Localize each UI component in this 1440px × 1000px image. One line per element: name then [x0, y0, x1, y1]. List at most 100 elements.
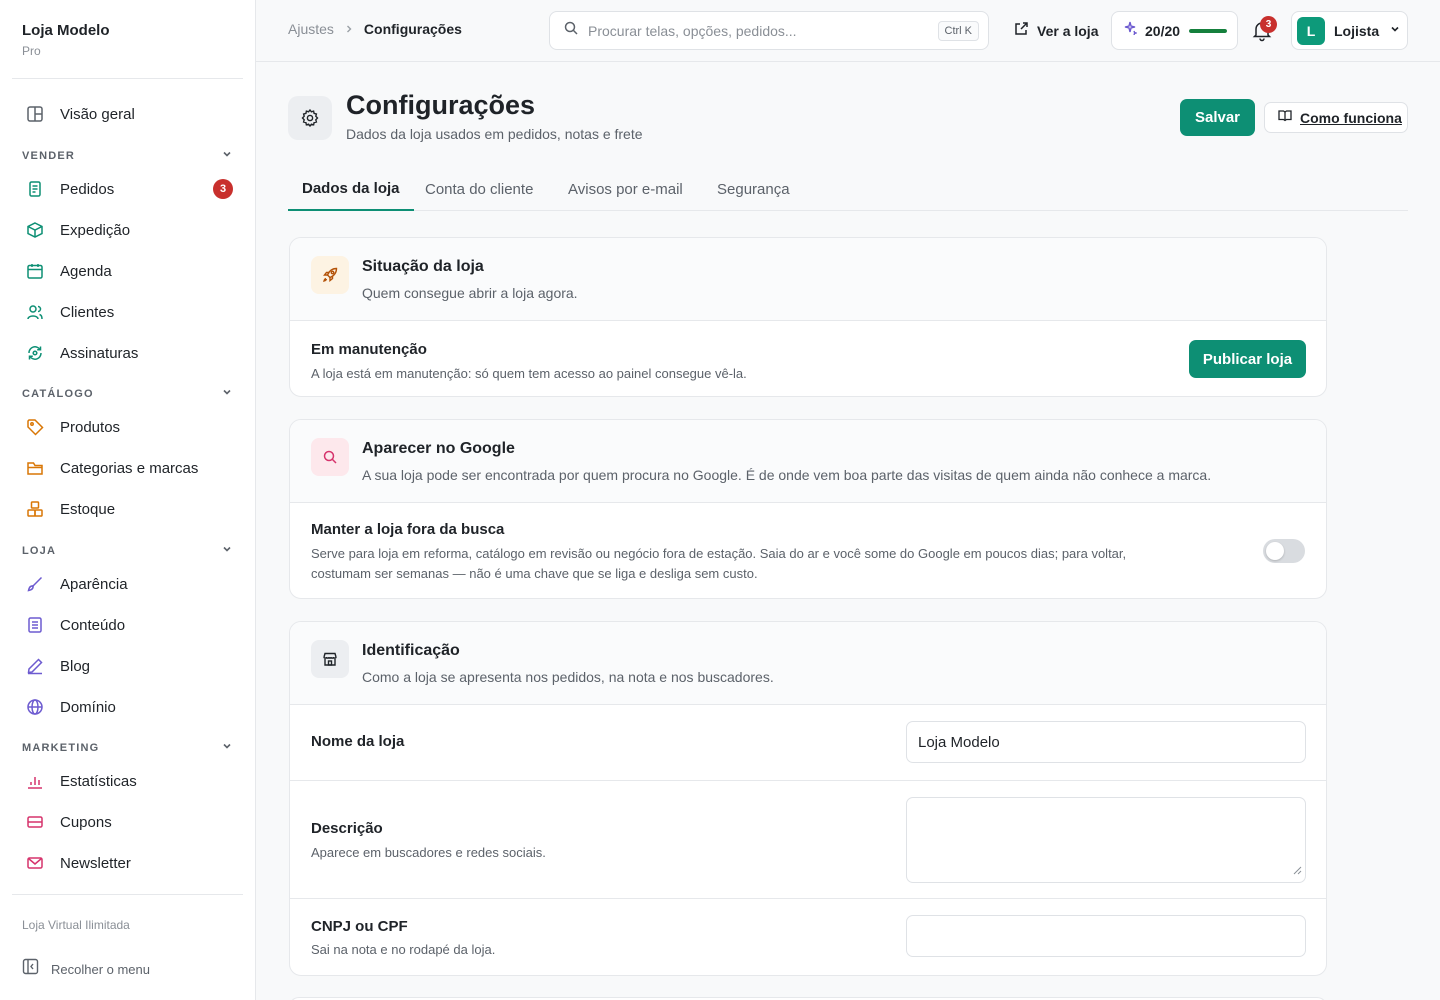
usage-quota[interactable]: 20/20: [1111, 11, 1238, 50]
field-label: CNPJ ou CPF: [311, 918, 408, 935]
sidebar-item-label: Assinaturas: [60, 344, 139, 362]
row-description: A loja está em manutenção: só quem tem a…: [311, 366, 747, 381]
sidebar-item-label: Visão geral: [60, 105, 135, 123]
view-store-link[interactable]: Ver a loja: [1014, 11, 1098, 50]
sidebar-item-label: Categorias e marcas: [60, 459, 199, 477]
sidebar-item-conteudo[interactable]: Conteúdo: [12, 607, 243, 643]
boxes-icon: [26, 500, 44, 518]
globe-icon: [26, 698, 44, 716]
notification-badge: 3: [1260, 16, 1277, 33]
description-row: Descrição Aparece em buscadores e redes …: [290, 781, 1326, 899]
toggle-knob: [1266, 542, 1284, 560]
tab-seguranca[interactable]: Segurança: [703, 168, 804, 211]
sidebar-item-blog[interactable]: Blog: [12, 648, 243, 684]
row-title: Manter a loja fora da busca: [311, 521, 505, 538]
section-title: MARKETING: [22, 742, 100, 754]
sidebar-footer-plan: Loja Virtual Ilimitada: [22, 918, 130, 932]
google-visibility-card: Aparecer no Google A sua loja pode ser e…: [289, 419, 1327, 599]
field-label: Descrição: [311, 820, 383, 837]
sidebar-item-cupons[interactable]: Cupons: [12, 804, 243, 840]
sidebar-item-dominio[interactable]: Domínio: [12, 689, 243, 725]
cnpj-cpf-input[interactable]: [906, 915, 1306, 957]
sidebar-item-pedidos[interactable]: Pedidos 3: [12, 171, 243, 207]
tab-conta-do-cliente[interactable]: Conta do cliente: [411, 168, 547, 211]
how-it-works-label: Como funciona: [1300, 109, 1402, 126]
card-subtitle: A sua loja pode ser encontrada por quem …: [362, 467, 1212, 483]
card-title: Identificação: [362, 642, 460, 659]
brush-icon: [26, 575, 44, 593]
section-title: CATÁLOGO: [22, 388, 94, 400]
sidebar-item-overview[interactable]: Visão geral: [12, 96, 243, 132]
sidebar-divider: [12, 78, 243, 79]
rocket-icon: [311, 256, 349, 294]
chevron-right-icon: [344, 21, 354, 37]
sidebar-item-label: Conteúdo: [60, 616, 126, 634]
sidebar-item-label: Pedidos: [60, 180, 115, 198]
hide-from-search-toggle[interactable]: [1263, 539, 1305, 563]
sparkle-icon: [1123, 21, 1139, 40]
card-subtitle: Como a loja se apresenta nos pedidos, na…: [362, 669, 774, 685]
user-menu[interactable]: L Lojista: [1291, 11, 1408, 50]
sidebar-item-agenda[interactable]: Agenda: [12, 253, 243, 289]
resize-grip-icon[interactable]: [1293, 862, 1302, 879]
document-icon: [26, 616, 44, 634]
tag-icon: [26, 418, 44, 436]
quota-bar: [1189, 28, 1228, 33]
ticket-icon: [26, 813, 44, 831]
sidebar-item-categorias[interactable]: Categorias e marcas: [12, 450, 243, 486]
folder-icon: [26, 459, 44, 477]
card-title: Situação da loja: [362, 258, 484, 275]
page-title: Configurações: [346, 90, 536, 120]
avatar: L: [1297, 16, 1325, 45]
sidebar-item-newsletter[interactable]: Newsletter: [12, 845, 243, 881]
section-title: VENDER: [22, 150, 76, 162]
book-icon: [1278, 108, 1292, 127]
quota-value: 20/20: [1145, 22, 1181, 39]
sidebar-item-produtos[interactable]: Produtos: [12, 409, 243, 445]
sidebar-item-estatisticas[interactable]: Estatísticas: [12, 763, 243, 799]
sidebar: Loja Modelo Pro Visão geral VENDER Pedid…: [0, 0, 256, 1000]
page-subtitle: Dados da loja usados em pedidos, notas e…: [346, 126, 643, 142]
section-loja[interactable]: LOJA: [22, 542, 233, 560]
card-header: Situação da loja Quem consegue abrir a l…: [290, 238, 1326, 321]
maintenance-row: Em manutenção A loja está em manutenção:…: [290, 321, 1326, 396]
sidebar-item-label: Newsletter: [60, 854, 131, 872]
search-input[interactable]: Procurar telas, opções, pedidos... Ctrl …: [549, 11, 989, 50]
publish-store-button[interactable]: Publicar loja: [1189, 340, 1306, 378]
card-header: Aparecer no Google A sua loja pode ser e…: [290, 420, 1326, 503]
recurring-icon: [26, 344, 44, 362]
sidebar-item-label: Clientes: [60, 303, 115, 321]
sidebar-item-estoque[interactable]: Estoque: [12, 491, 243, 527]
document-row: CNPJ ou CPF Sai na nota e no rodapé da l…: [290, 899, 1326, 975]
search-shortcut: Ctrl K: [937, 21, 979, 41]
save-button[interactable]: Salvar: [1180, 99, 1255, 136]
tab-avisos-por-email[interactable]: Avisos por e-mail: [554, 168, 697, 211]
description-textarea[interactable]: [906, 797, 1306, 883]
orders-badge: 3: [213, 179, 233, 199]
identity-card: Identificação Como a loja se apresenta n…: [289, 621, 1327, 976]
sidebar-item-label: Produtos: [60, 418, 121, 436]
collapse-menu-button[interactable]: Recolher o menu: [22, 958, 150, 980]
quota-bar-fill: [1189, 28, 1228, 33]
section-catalogo[interactable]: CATÁLOGO: [22, 385, 233, 403]
sidebar-item-clientes[interactable]: Clientes: [12, 294, 243, 330]
store-name-row: Nome da loja Loja Modelo: [290, 705, 1326, 781]
sidebar-item-expedicao[interactable]: Expedição: [12, 212, 243, 248]
brand-plan: Pro: [22, 44, 41, 58]
breadcrumb-ajustes[interactable]: Ajustes: [288, 21, 334, 37]
store-name-input[interactable]: Loja Modelo: [906, 721, 1306, 763]
section-title: LOJA: [22, 545, 57, 557]
calendar-icon: [26, 262, 44, 280]
collapse-menu-label: Recolher o menu: [51, 961, 150, 977]
sidebar-item-assinaturas[interactable]: Assinaturas: [12, 335, 243, 371]
section-marketing[interactable]: MARKETING: [22, 739, 233, 757]
card-header: Identificação Como a loja se apresenta n…: [290, 622, 1326, 705]
tab-dados-da-loja[interactable]: Dados da loja: [288, 168, 414, 211]
sidebar-item-aparencia[interactable]: Aparência: [12, 566, 243, 602]
receipt-icon: [26, 180, 44, 198]
section-vender[interactable]: VENDER: [22, 147, 233, 165]
card-subtitle: Quem consegue abrir a loja agora.: [362, 285, 578, 301]
view-store-label: Ver a loja: [1037, 22, 1099, 39]
how-it-works-button[interactable]: Como funciona: [1264, 102, 1408, 133]
field-label: Nome da loja: [311, 733, 405, 750]
